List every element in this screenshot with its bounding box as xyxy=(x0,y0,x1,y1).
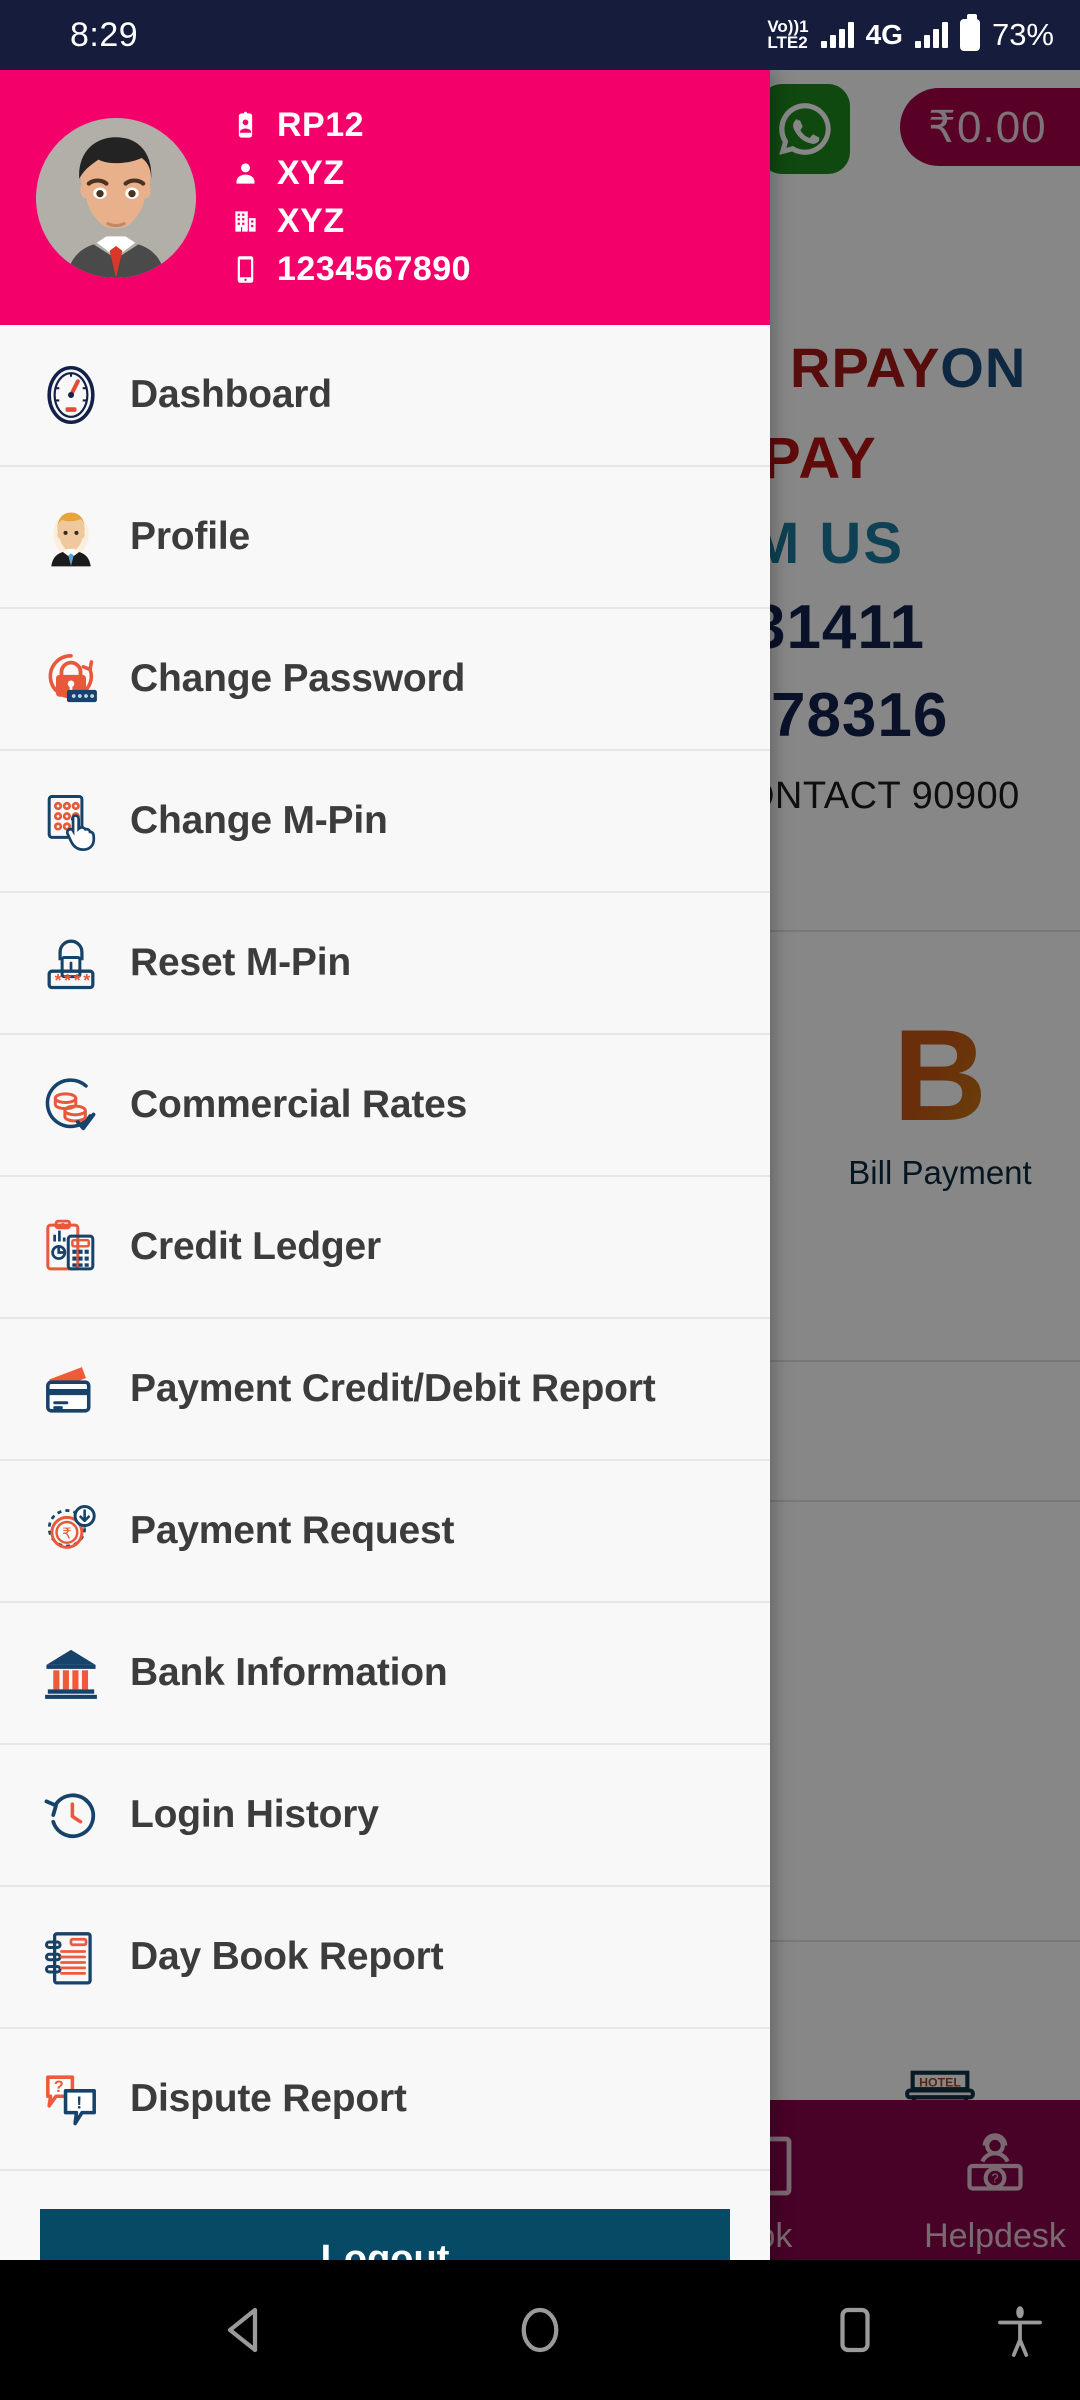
menu-item-change-mpin[interactable]: Change M-Pin xyxy=(0,751,770,893)
lock-refresh-icon xyxy=(38,646,104,712)
signal-bars-sim2-icon xyxy=(914,22,948,48)
speedometer-icon xyxy=(38,362,104,428)
navigation-drawer: RP12 XYZ XYZ 1234567890 Dashboard Profil… xyxy=(0,70,770,2330)
rupee-coin-download-icon: ₹ xyxy=(38,1498,104,1564)
back-button[interactable] xyxy=(190,2275,300,2385)
profile-avatar-icon xyxy=(38,504,104,570)
home-button[interactable] xyxy=(485,2275,595,2385)
user-avatar-icon xyxy=(36,117,196,278)
menu-item-label: Profile xyxy=(130,515,250,558)
drawer-scrim[interactable] xyxy=(770,70,1080,2330)
clock-back-arrow-icon xyxy=(38,1782,104,1848)
menu-item-label: Payment Credit/Debit Report xyxy=(130,1367,656,1410)
status-indicators: Vo))1 LTE2 4G 73% xyxy=(767,14,1054,53)
menu-item-label: Credit Ledger xyxy=(130,1225,381,1268)
clipboard-calculator-icon xyxy=(38,1214,104,1280)
status-clock: 8:29 xyxy=(70,15,139,54)
menu-item-credit-ledger[interactable]: Credit Ledger xyxy=(0,1177,770,1319)
svg-text:?: ? xyxy=(54,2078,64,2096)
svg-text:*: * xyxy=(83,970,90,990)
svg-text:₹: ₹ xyxy=(62,1526,72,1543)
drawer-profile-header: RP12 XYZ XYZ 1234567890 xyxy=(0,70,770,325)
menu-item-reset-mpin[interactable]: * * * * Reset M-Pin xyxy=(0,893,770,1035)
menu-item-label: Reset M-Pin xyxy=(130,941,352,984)
menu-item-login-history[interactable]: Login History xyxy=(0,1745,770,1887)
android-navigation-bar xyxy=(0,2260,1080,2400)
menu-item-dashboard[interactable]: Dashboard xyxy=(0,325,770,467)
menu-item-dispute-report[interactable]: ? ! Dispute Report xyxy=(0,2029,770,2171)
menu-item-label: Dispute Report xyxy=(130,2077,407,2120)
profile-name-row: XYZ xyxy=(230,154,471,193)
menu-item-label: Change M-Pin xyxy=(130,799,388,842)
menu-item-label: Commercial Rates xyxy=(130,1083,468,1126)
menu-item-label: Login History xyxy=(130,1793,379,1836)
recents-button[interactable] xyxy=(800,2275,910,2385)
menu-item-day-book-report[interactable]: Day Book Report xyxy=(0,1887,770,2029)
svg-text:*: * xyxy=(64,970,71,990)
chat-bubbles-question-icon: ? ! xyxy=(38,2066,104,2132)
volte-icon: Vo))1 LTE2 xyxy=(767,18,808,52)
battery-icon xyxy=(959,14,980,51)
menu-item-bank-information[interactable]: Bank Information xyxy=(0,1603,770,1745)
menu-item-label: Dashboard xyxy=(130,373,332,416)
menu-item-label: Payment Request xyxy=(130,1509,455,1552)
credit-card-icon xyxy=(38,1356,104,1422)
menu-item-label: Bank Information xyxy=(130,1651,448,1694)
menu-item-change-password[interactable]: Change Password xyxy=(0,609,770,751)
drawer-menu-list: Dashboard Profile Change Password Change… xyxy=(0,325,770,2309)
signal-bars-sim1-icon xyxy=(820,22,854,48)
profile-phone-value: 1234567890 xyxy=(277,250,472,288)
accessibility-button[interactable] xyxy=(965,2275,1075,2385)
svg-text:!: ! xyxy=(76,2093,82,2113)
network-type-label: 4G xyxy=(865,19,903,50)
profile-info: RP12 XYZ XYZ 1234567890 xyxy=(230,106,471,289)
padlock-asterisk-icon: * * * * xyxy=(38,930,104,996)
profile-id-value: RP12 xyxy=(277,106,365,144)
bank-building-icon xyxy=(38,1640,104,1706)
menu-item-label: Change Password xyxy=(130,657,466,700)
profile-company-value: XYZ xyxy=(277,202,345,240)
menu-item-payment-credit-debit-report[interactable]: Payment Credit/Debit Report xyxy=(0,1319,770,1461)
menu-item-commercial-rates[interactable]: Commercial Rates xyxy=(0,1035,770,1177)
menu-item-label: Day Book Report xyxy=(130,1935,444,1978)
building-icon xyxy=(230,205,260,239)
status-bar: 8:29 Vo))1 LTE2 4G 73% xyxy=(0,0,1080,70)
keypad-hand-icon xyxy=(38,788,104,854)
battery-percent: 73% xyxy=(991,17,1054,52)
profile-name-value: XYZ xyxy=(277,154,345,192)
profile-phone-row: 1234567890 xyxy=(230,250,471,289)
menu-item-payment-request[interactable]: ₹ Payment Request xyxy=(0,1461,770,1603)
profile-id-row: RP12 xyxy=(230,106,471,145)
profile-company-row: XYZ xyxy=(230,202,471,241)
person-icon xyxy=(230,157,260,191)
phone-screen: ₹0.00 RPAYON & PAY ORM US 0031411 877831… xyxy=(0,0,1080,2400)
coins-check-icon xyxy=(38,1072,104,1138)
notepad-icon xyxy=(38,1924,104,1990)
id-badge-icon xyxy=(230,109,260,143)
svg-text:*: * xyxy=(55,970,62,990)
svg-text:*: * xyxy=(74,970,81,990)
volte-line2: LTE2 xyxy=(767,33,808,52)
mobile-phone-icon xyxy=(230,253,260,287)
menu-item-profile[interactable]: Profile xyxy=(0,467,770,609)
